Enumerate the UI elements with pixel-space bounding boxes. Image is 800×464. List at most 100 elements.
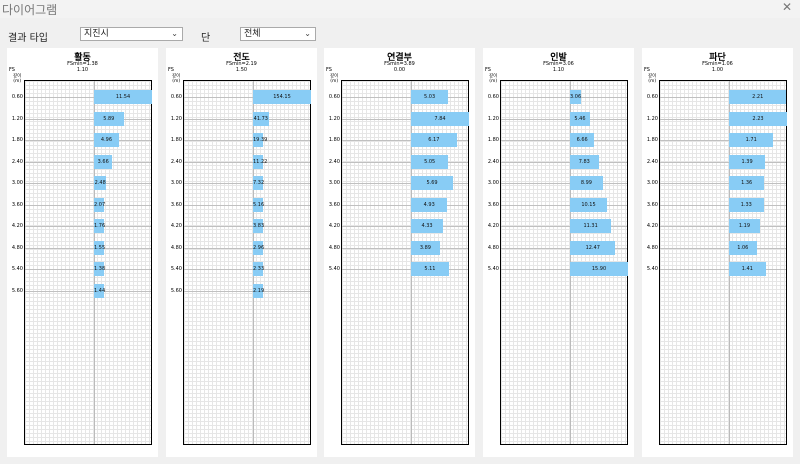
depth-label: 3.00 <box>487 180 499 186</box>
bar-value-label: 2.07 <box>94 201 106 208</box>
plot-area: 0.60 5.03 1.20 7.84 1.80 6.17 2.40 5.05 3.00 5.69… <box>329 80 469 445</box>
fs-bar: 5.46 <box>570 111 590 126</box>
depth-label: 5.40 <box>487 266 499 272</box>
bar-value-label: 1.19 <box>738 223 751 229</box>
row-gridline <box>660 226 786 227</box>
stage-value: 전체 <box>244 29 261 39</box>
fs-bar: 5.03 <box>411 90 449 104</box>
depth-label: 5.60 <box>170 287 182 294</box>
diagram-panel: 연결부 FSmin=3.89 FS 0.00 깊이 (m) 0.60 5.03 1.20 7.84… <box>324 48 475 457</box>
stage-select[interactable]: 전체 ⌄ <box>240 27 316 41</box>
fs-bar: 2.23 <box>729 111 787 126</box>
fs-bar: 2.21 <box>729 90 787 104</box>
row-gridline <box>342 204 468 206</box>
row-gridline <box>25 269 151 270</box>
diagram-panel: 활동 FSmin=1.38 FS 1.10 깊이 (m) 0.60 11.54 1.20 5.89… <box>7 48 158 457</box>
row-gridline <box>501 183 627 184</box>
fs-bar: 6.17 <box>411 133 457 147</box>
bar-value-label: 11.22 <box>253 158 268 165</box>
bar-value-label: 6.17 <box>428 137 440 143</box>
row-gridline <box>184 290 310 292</box>
fs-bar: 5.16 <box>253 197 264 212</box>
row-gridline <box>184 247 310 249</box>
diagram-panel: 인발 FSmin=3.06 FS 1.10 깊이 (m) 0.60 3.06 1.20 5.46 1… <box>483 48 634 457</box>
bar-value-label: 15.90 <box>591 266 607 272</box>
plot-area: 0.60 2.21 1.20 2.23 1.80 1.71 2.40 1.39 3.00 1.36… <box>647 80 787 445</box>
fs-bar: 4.33 <box>411 219 444 233</box>
fs-bar: 5.11 <box>411 262 449 276</box>
fs-bar: 15.90 <box>570 262 628 276</box>
bar-value-label: 10.15 <box>581 201 596 208</box>
stage-label: 단 <box>201 33 211 44</box>
bar-value-label: 8.99 <box>580 180 592 186</box>
depth-label: 1.20 <box>328 115 340 122</box>
fs-bar: 41.73 <box>253 111 269 126</box>
bar-value-label: 2.23 <box>752 115 764 122</box>
bar-value-label: 5.11 <box>424 266 436 272</box>
depth-label: 0.60 <box>11 94 23 100</box>
fs-value: 1.10 <box>76 67 89 73</box>
fs-bar: 10.15 <box>570 197 608 212</box>
fs-bar: 5.69 <box>411 176 454 190</box>
depth-label: 5.60 <box>11 287 23 294</box>
bar-value-label: 1.38 <box>94 266 106 272</box>
chevron-down-icon: ⌄ <box>304 29 311 38</box>
row-gridline <box>342 161 468 163</box>
bar-value-label: 2.96 <box>253 244 265 251</box>
depth-label: 1.20 <box>487 115 499 122</box>
fs-bar: 12.47 <box>570 240 616 255</box>
fs-bar: 1.44 <box>94 283 106 298</box>
window-title: 다이어그램 <box>2 3 58 17</box>
bar-value-label: 1.33 <box>740 201 752 208</box>
bar-value-label: 7.84 <box>434 115 446 122</box>
bar-value-label: 1.39 <box>741 158 753 165</box>
row-gridline <box>501 140 627 141</box>
plot-area: 0.60 3.06 1.20 5.46 1.80 6.66 2.40 7.83 3.00 8.99… <box>488 80 628 445</box>
row-gridline <box>184 226 310 227</box>
bar-value-label: 1.55 <box>94 244 106 251</box>
fs-bar: 7.83 <box>570 154 599 169</box>
row-gridline <box>501 204 627 206</box>
row-gridline <box>184 161 310 163</box>
depth-label: 4.80 <box>328 244 340 251</box>
diagram-panel: 전도 FSmin=2.19 FS 1.50 깊이 (m) 0.60 154.15 1.20 41.… <box>166 48 317 457</box>
depth-label: 1.80 <box>11 137 23 143</box>
result-type-select[interactable]: 지진시 ⌄ <box>80 27 183 41</box>
row-gridline <box>25 226 151 227</box>
bar-value-label: 3.06 <box>570 94 582 100</box>
depth-label: 5.40 <box>11 266 23 272</box>
bar-value-label: 2.33 <box>253 266 265 272</box>
fs-bar: 7.32 <box>253 176 264 190</box>
fs-bar: 11.54 <box>94 90 152 104</box>
fs-bar: 4.93 <box>411 197 448 212</box>
depth-label: 2.40 <box>646 158 658 165</box>
fs-bar: 2.19 <box>253 283 264 298</box>
depth-axis-title: 깊이 (m) <box>648 74 657 84</box>
depth-label: 5.40 <box>646 266 658 272</box>
row-gridline <box>184 118 310 120</box>
fs-bar: 2.33 <box>253 262 265 276</box>
depth-label: 2.40 <box>328 158 340 165</box>
depth-label: 1.20 <box>11 115 23 122</box>
bar-value-label: 1.44 <box>94 287 106 294</box>
bar-value-label: 1.71 <box>745 137 757 143</box>
depth-label: 1.80 <box>487 137 499 143</box>
depth-label: 4.20 <box>170 223 182 229</box>
row-gridline <box>342 269 468 270</box>
depth-label: 2.40 <box>11 158 23 165</box>
row-gridline <box>660 269 786 270</box>
row-gridline <box>184 140 310 141</box>
result-type-value: 지진시 <box>84 29 109 39</box>
depth-label: 5.40 <box>328 266 340 272</box>
depth-label: 1.80 <box>328 137 340 143</box>
depth-label: 3.60 <box>170 201 182 208</box>
fs-bar: 1.71 <box>729 133 774 147</box>
plot-area: 0.60 11.54 1.20 5.89 1.80 4.96 2.40 3.66 3.00 2.4… <box>12 80 152 445</box>
fs-bar: 11.31 <box>570 219 612 233</box>
depth-label: 0.60 <box>646 94 658 100</box>
fs-bar: 2.07 <box>94 197 106 212</box>
fs-bar: 1.39 <box>729 154 766 169</box>
bar-value-label: 2.21 <box>752 94 764 100</box>
bar-value-label: 11.54 <box>115 94 131 100</box>
close-icon[interactable]: ✕ <box>782 0 792 14</box>
